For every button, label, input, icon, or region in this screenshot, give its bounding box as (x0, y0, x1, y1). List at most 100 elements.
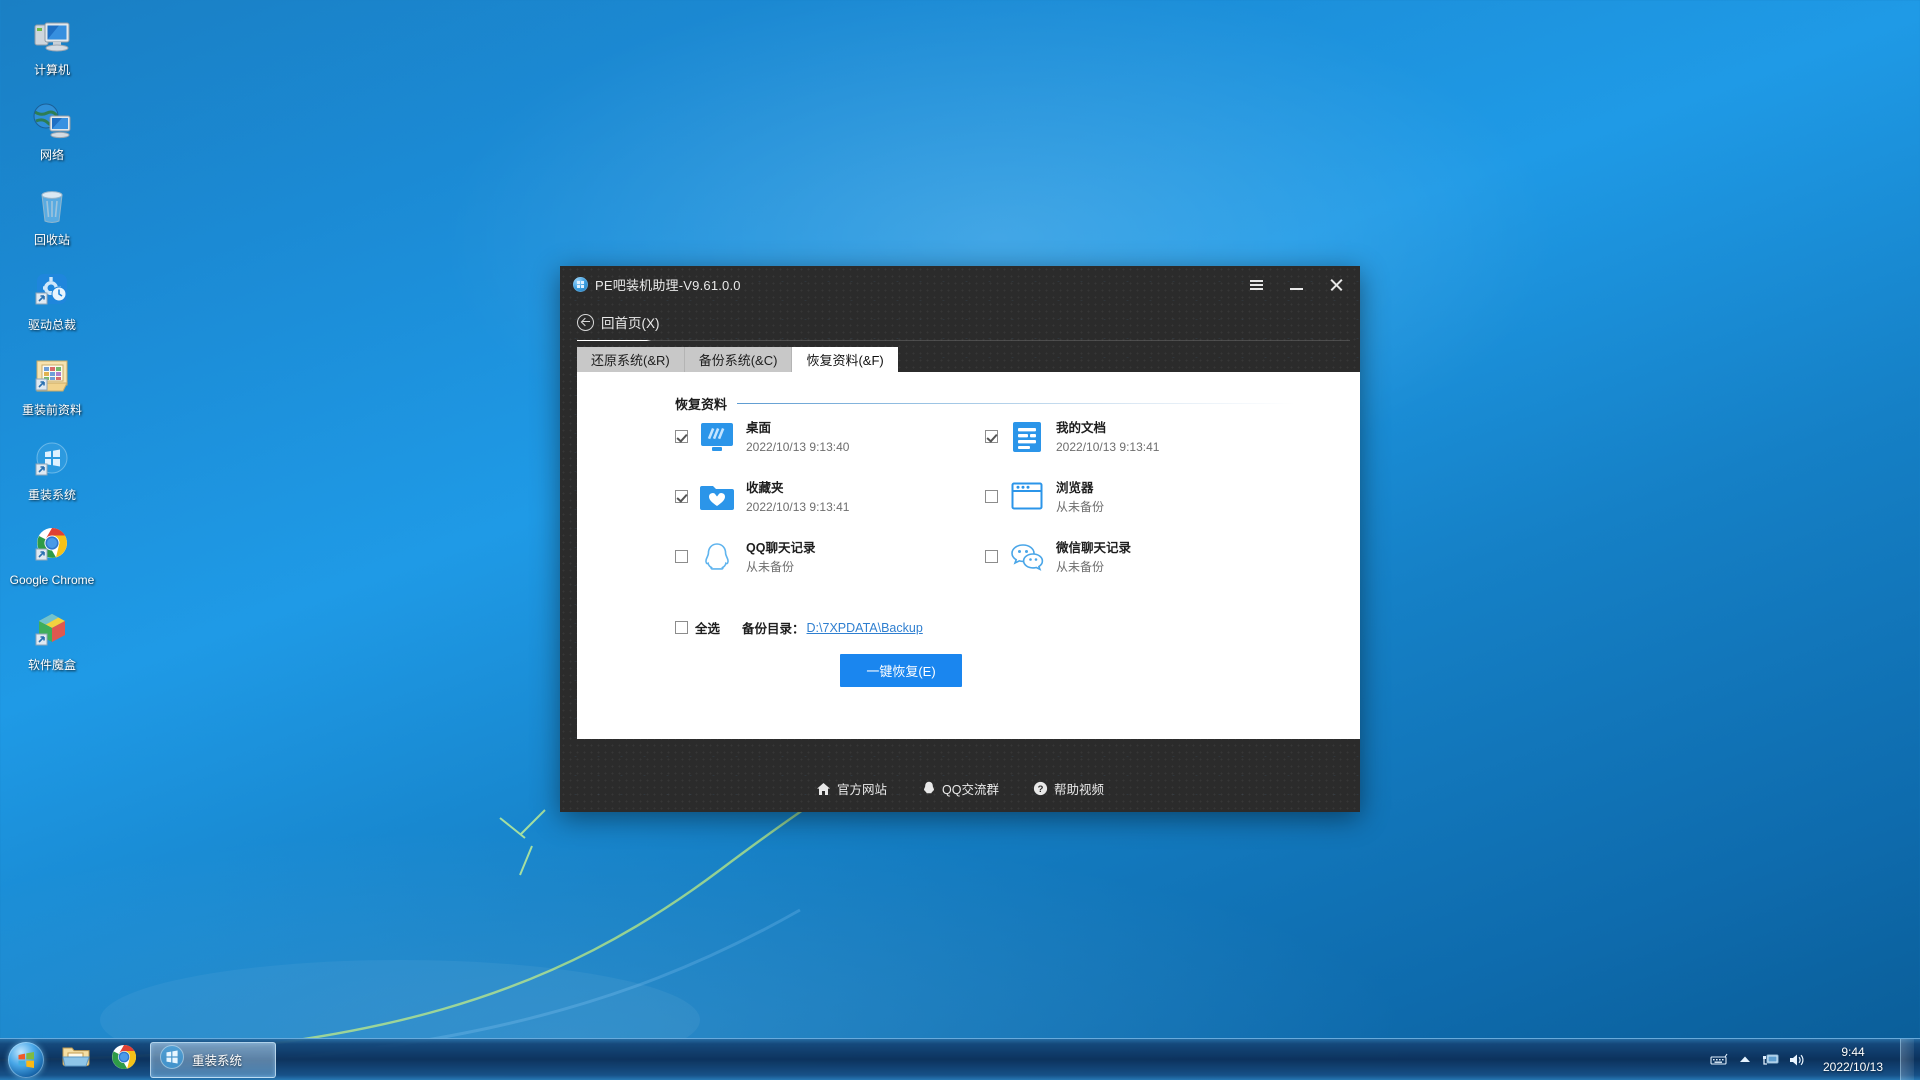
recover-items-grid: 桌面 2022/10/13 9:13:40 我的文档 2022/10/13 9:… (675, 420, 1295, 600)
start-button[interactable] (2, 1041, 50, 1079)
footer-link-help-video[interactable]: ? 帮助视频 (1033, 779, 1104, 798)
taskbar-chrome[interactable] (102, 1042, 146, 1078)
folder-backup-icon (28, 352, 76, 400)
desktop-icon-label: 重装系统 (27, 488, 76, 502)
menu-button[interactable] (1236, 266, 1276, 303)
taskbar-task-reinstall-system[interactable]: 重装系统 (150, 1041, 276, 1078)
item-texts: QQ聊天记录 从未备份 (746, 540, 815, 576)
close-icon (1329, 278, 1343, 292)
favorites-folder-icon (700, 480, 734, 514)
tab-strip: 还原系统(&R) 备份系统(&C) 恢复资料(&F) (577, 347, 1360, 372)
desktop-icon-software-box[interactable]: 软件魔盒 (6, 601, 98, 672)
desktop-icon-driver-tool[interactable]: 驱动总裁 (6, 261, 98, 332)
desktop-icon-label: 网络 (39, 148, 64, 162)
menu-icon (1249, 279, 1263, 290)
window-footer: 官方网站 QQ交流群 ? 帮助视频 (560, 765, 1360, 812)
documents-icon (1010, 420, 1044, 454)
backup-dir-path-link[interactable]: D:\7XPDATA\Backup (807, 621, 923, 635)
app-window: PE吧装机助理-V9.61.0.0 回首页(X) 还原系统(&R) 备份系统(&… (560, 266, 1360, 812)
show-desktop-button[interactable] (1900, 1038, 1914, 1080)
item-timestamp: 2022/10/13 9:13:41 (746, 500, 850, 514)
select-all-label: 全选 (695, 622, 721, 636)
volume-icon[interactable] (1784, 1047, 1810, 1073)
driver-tool-icon (28, 267, 76, 315)
desktop-icon-network[interactable]: 网络 (6, 91, 98, 162)
network-icon[interactable] (1758, 1047, 1784, 1073)
desktop-icon-label: 回收站 (33, 233, 70, 247)
system-tray: 9:44 2022/10/13 (1706, 1038, 1920, 1080)
checkbox-select-all[interactable] (675, 621, 688, 634)
back-to-home-label: 回首页(X) (601, 316, 660, 331)
desktop-icon-computer[interactable]: 计算机 (6, 6, 98, 77)
reinstall-system-icon (159, 1044, 185, 1075)
tab-restore-system[interactable]: 还原系统(&R) (577, 347, 685, 372)
window-nav-row: 回首页(X) (560, 303, 1360, 341)
item-name: 桌面 (746, 421, 772, 435)
tab-backup-system[interactable]: 备份系统(&C) (684, 347, 793, 372)
item-my-documents[interactable]: 我的文档 2022/10/13 9:13:41 (985, 420, 1295, 456)
item-name: 微信聊天记录 (1056, 541, 1132, 555)
checkbox-my-documents[interactable] (985, 430, 998, 443)
item-texts: 我的文档 2022/10/13 9:13:41 (1056, 420, 1159, 456)
back-to-home-button[interactable]: 回首页(X) (577, 312, 660, 332)
minimize-button[interactable] (1276, 266, 1316, 303)
one-click-recover-button[interactable]: 一键恢复(E) (840, 654, 962, 687)
item-favorites[interactable]: 收藏夹 2022/10/13 9:13:41 (675, 480, 985, 516)
checkbox-desktop[interactable] (675, 430, 688, 443)
recycle-bin-icon (28, 182, 76, 230)
window-title: PE吧装机助理-V9.61.0.0 (595, 278, 741, 293)
desktop-icon-label: 软件魔盒 (27, 658, 76, 672)
backup-dir-label: 备份目录： (742, 622, 805, 636)
item-texts: 桌面 2022/10/13 9:13:40 (746, 420, 849, 456)
group-divider (737, 403, 1295, 404)
group-header: 恢复资料 (675, 394, 1295, 413)
footer-link-qq-group[interactable]: QQ交流群 (921, 779, 999, 798)
taskbar-file-explorer[interactable] (54, 1042, 98, 1078)
checkbox-wechat-chat-history[interactable] (985, 550, 998, 563)
chrome-icon (28, 522, 76, 570)
item-wechat-chat-history[interactable]: 微信聊天记录 从未备份 (985, 540, 1295, 576)
desktop-icon-pre-reinstall-data[interactable]: 重装前资料 (6, 346, 98, 417)
tab-recover-data[interactable]: 恢复资料(&F) (792, 347, 898, 372)
group-title: 恢复资料 (675, 397, 728, 412)
footer-link-official-site[interactable]: 官方网站 (816, 779, 887, 798)
item-timestamp: 2022/10/13 9:13:41 (1056, 440, 1160, 454)
item-timestamp: 2022/10/13 9:13:40 (746, 440, 850, 454)
svg-text:?: ? (1038, 784, 1044, 795)
monitor-icon (700, 420, 734, 454)
question-circle-icon: ? (1033, 781, 1048, 796)
file-explorer-icon (62, 1044, 90, 1075)
close-button[interactable] (1316, 266, 1356, 303)
item-row: 收藏夹 2022/10/13 9:13:41 浏览器 从未备份 (675, 480, 1295, 516)
show-hidden-icons-arrow[interactable] (1732, 1047, 1758, 1073)
app-logo-icon (573, 277, 588, 292)
item-qq-chat-history[interactable]: QQ聊天记录 从未备份 (675, 540, 985, 576)
qq-penguin-icon (700, 540, 734, 574)
checkbox-browser[interactable] (985, 490, 998, 503)
item-name: QQ聊天记录 (746, 541, 816, 555)
desktop-icon-label: 重装前资料 (21, 403, 82, 417)
checkbox-favorites[interactable] (675, 490, 688, 503)
checkbox-qq-chat-history[interactable] (675, 550, 688, 563)
desktop-icon-google-chrome[interactable]: Google Chrome (6, 516, 98, 587)
tab-panel-recover-data: 恢复资料 桌面 2022/10/13 9:13:40 我的文档 2022/10/… (577, 372, 1360, 739)
desktop-icon-label: Google Chrome (9, 573, 95, 587)
desktop-icon-recycle-bin[interactable]: 回收站 (6, 176, 98, 247)
item-name: 收藏夹 (746, 481, 784, 495)
browser-window-icon (1010, 480, 1044, 514)
item-desktop[interactable]: 桌面 2022/10/13 9:13:40 (675, 420, 985, 456)
arrow-left-circle-icon (577, 313, 594, 331)
item-browser[interactable]: 浏览器 从未备份 (985, 480, 1295, 516)
footer-link-label: 官方网站 (837, 783, 888, 797)
computer-icon (28, 12, 76, 60)
item-texts: 微信聊天记录 从未备份 (1056, 540, 1131, 576)
keyboard-icon[interactable] (1706, 1047, 1732, 1073)
window-titlebar[interactable]: PE吧装机助理-V9.61.0.0 (560, 266, 1360, 303)
item-name: 我的文档 (1056, 421, 1107, 435)
item-texts: 浏览器 从未备份 (1056, 480, 1104, 516)
item-name: 浏览器 (1056, 481, 1094, 495)
taskbar-clock[interactable]: 9:44 2022/10/13 (1814, 1045, 1892, 1075)
desktop-icon-list: 计算机 网络 回收站 驱动总裁 重装前资料 重装系统 Google Chrome… (6, 6, 102, 686)
desktop-icon-reinstall-system[interactable]: 重装系统 (6, 431, 98, 502)
item-timestamp: 从未备份 (1056, 560, 1105, 574)
